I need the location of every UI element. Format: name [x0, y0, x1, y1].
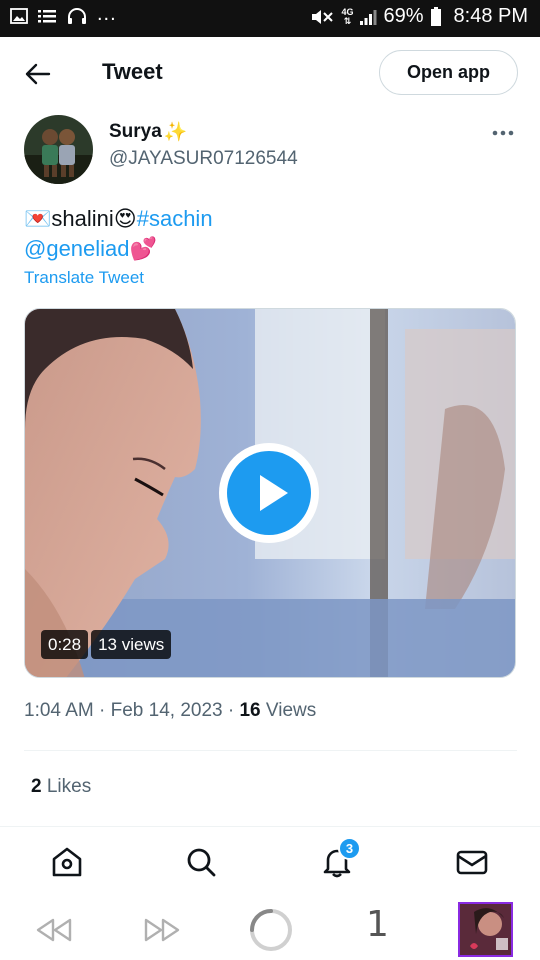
- avatar-image: [24, 115, 93, 184]
- video-views: 13 views: [91, 630, 172, 659]
- tab-count[interactable]: 1: [366, 904, 389, 945]
- rewind-icon[interactable]: [34, 916, 74, 944]
- battery-percent: 69%: [383, 5, 424, 27]
- hearts-emoji: 💕: [129, 236, 157, 261]
- status-left-icons: ...: [10, 3, 117, 25]
- data-arrows-icon: ⇅: [343, 15, 352, 26]
- video-duration: 0:28: [41, 630, 89, 659]
- author-name-text: Surya: [109, 121, 162, 142]
- open-app-button[interactable]: Open app: [379, 50, 518, 95]
- bottom-nav: 3: [0, 826, 540, 898]
- author-handle[interactable]: @JAYASUR07126544: [109, 148, 298, 170]
- likes-count: 2: [31, 776, 42, 797]
- author-name[interactable]: Surya ✨: [109, 120, 187, 144]
- image-notification-icon: [10, 8, 28, 24]
- likes-link[interactable]: 2 Likes: [31, 776, 91, 798]
- meta-separator: ·: [222, 700, 240, 721]
- play-button-circle: [227, 451, 311, 535]
- battery-icon: [430, 6, 441, 26]
- view-count: 16: [239, 700, 261, 721]
- tweet-line-1: 💌 shalini 😍 #sachin: [24, 204, 213, 234]
- headphones-icon: [68, 8, 86, 24]
- clock: 8:48 PM: [453, 5, 528, 27]
- likes-label: Likes: [41, 776, 92, 797]
- fast-forward-icon[interactable]: [142, 916, 182, 944]
- search-icon[interactable]: [184, 845, 218, 879]
- tab-thumbnail[interactable]: [458, 902, 513, 957]
- status-bar: ... 4G ⇅ 69% 8:48 PM: [0, 0, 540, 37]
- tweet-time[interactable]: 1:04 AM: [24, 700, 94, 721]
- tweet-date[interactable]: Feb 14, 2023: [111, 700, 223, 721]
- play-icon: [260, 475, 288, 511]
- tweet-line-2: @geneliad 💕: [24, 234, 213, 264]
- tweet-name-text: shalini: [51, 206, 114, 231]
- more-options-icon[interactable]: [488, 124, 518, 142]
- meta-separator: ·: [93, 700, 111, 721]
- mute-icon: [312, 9, 334, 24]
- mention-link[interactable]: @geneliad: [24, 234, 130, 264]
- heart-eyes-emoji: 😍: [113, 206, 137, 231]
- list-notification-icon: [38, 10, 56, 23]
- sparkles-emoji: ✨: [163, 122, 188, 143]
- tab-thumbnail-image: [460, 904, 511, 955]
- views-label: Views: [260, 700, 317, 721]
- browser-toolbar: 1: [0, 898, 540, 960]
- tweet-meta: 1:04 AM · Feb 14, 2023 · 16 Views: [24, 700, 316, 722]
- love-letter-emoji: 💌: [24, 206, 52, 231]
- status-more: ...: [97, 3, 117, 25]
- avatar[interactable]: [24, 115, 93, 184]
- arrow-left-icon[interactable]: [22, 61, 52, 87]
- notification-badge: 3: [338, 837, 361, 860]
- mail-icon[interactable]: [455, 845, 489, 879]
- tweet-text: 💌 shalini 😍 #sachin @geneliad 💕: [24, 204, 213, 264]
- signal-icon: [360, 9, 377, 25]
- play-button[interactable]: [219, 443, 319, 543]
- page-title: Tweet: [102, 59, 163, 84]
- divider: [24, 750, 517, 751]
- translate-tweet-link[interactable]: Translate Tweet: [24, 268, 144, 288]
- home-icon[interactable]: [50, 845, 84, 879]
- page-header: Tweet Open app: [0, 37, 540, 109]
- hashtag-link[interactable]: #sachin: [137, 204, 213, 234]
- video-badges: 0:28 13 views: [41, 630, 172, 659]
- network-indicator: 4G ⇅: [341, 7, 353, 26]
- reload-icon[interactable]: [247, 906, 295, 954]
- status-right-icons: 4G ⇅ 69% 8:48 PM: [309, 5, 528, 28]
